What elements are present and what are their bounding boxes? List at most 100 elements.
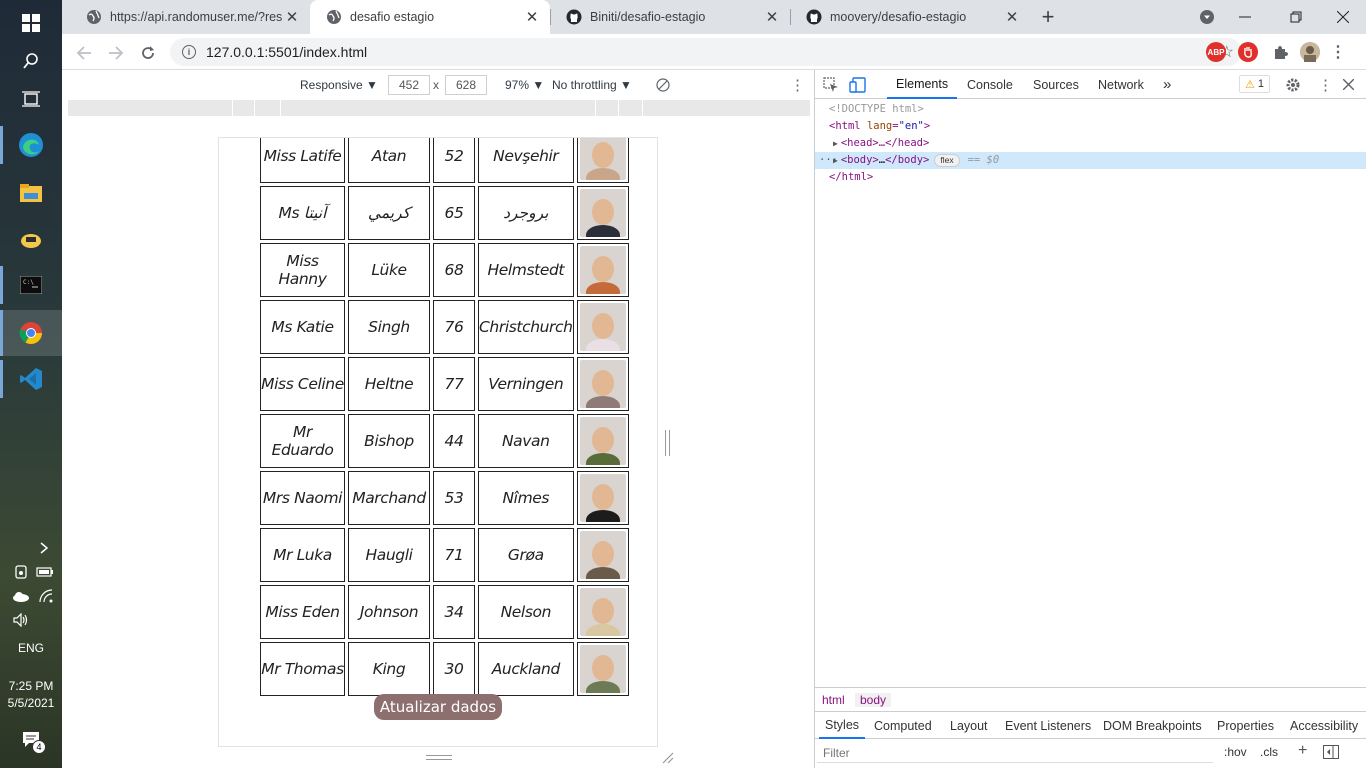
close-tab-icon[interactable]: ✕	[1002, 8, 1022, 26]
ublock-icon[interactable]	[1238, 42, 1258, 62]
photo-cell	[576, 138, 629, 183]
close-tab-icon[interactable]: ✕	[282, 8, 302, 26]
responsive-mode-dropdown[interactable]: Responsive ▼	[300, 70, 378, 100]
dom-node-doctype[interactable]: <!DOCTYPE html>	[815, 101, 1366, 118]
tab-properties[interactable]: Properties	[1217, 712, 1274, 739]
breadcrumb-body[interactable]: body	[855, 693, 892, 707]
tab-moovery-repo[interactable]: moovery/desafio-estagio ✕	[790, 0, 1030, 34]
minimize-icon[interactable]	[1222, 0, 1268, 34]
tab-layout[interactable]: Layout	[950, 712, 988, 739]
close-tab-icon[interactable]: ✕	[762, 8, 782, 26]
close-tab-icon[interactable]: ✕	[522, 8, 542, 26]
volume-icon[interactable]	[12, 612, 30, 628]
tab-accessibility[interactable]: Accessibility	[1290, 712, 1358, 739]
wifi-icon[interactable]	[38, 588, 54, 604]
tab-event-listeners[interactable]: Event Listeners	[1005, 712, 1091, 739]
dom-node-head[interactable]: ▶ <head>…</head>	[815, 135, 1366, 152]
tab-elements[interactable]: Elements	[887, 70, 958, 99]
photo-cell	[576, 471, 629, 525]
device-icon[interactable]	[12, 564, 30, 580]
viewport-height-input[interactable]	[445, 75, 487, 95]
media-query-ruler[interactable]	[68, 100, 810, 116]
onedrive-icon[interactable]	[12, 588, 30, 604]
clock-date[interactable]: 5/5/2021	[0, 696, 62, 710]
name-cell: Ms آنيتا	[260, 186, 345, 240]
chrome-menu-icon[interactable]: ⋮	[1328, 42, 1348, 62]
flex-badge[interactable]: flex	[934, 153, 960, 167]
settings-icon[interactable]	[0, 216, 62, 262]
cls-toggle[interactable]: .cls	[1260, 745, 1278, 759]
adblock-icon[interactable]: ABP	[1206, 42, 1226, 62]
dom-node-html[interactable]: <html lang="en">	[815, 118, 1366, 135]
show-hidden-icons-icon[interactable]	[36, 540, 52, 556]
site-info-icon[interactable]: i	[182, 45, 196, 59]
close-window-icon[interactable]	[1320, 0, 1366, 34]
battery-icon[interactable]	[36, 564, 54, 580]
tab-title: Biniti/desafio-estagio	[590, 10, 706, 24]
breadcrumb-html[interactable]: html	[822, 693, 845, 707]
hov-toggle[interactable]: :hov	[1224, 745, 1247, 759]
address-bar[interactable]: i 127.0.0.1:5501/index.html ☆	[170, 38, 1242, 66]
table-row: Miss Latife Atan 52 Nevşehir	[260, 138, 629, 183]
table-row: Mr Eduardo Bishop 44 Navan	[260, 414, 629, 468]
vscode-icon[interactable]	[0, 356, 62, 402]
new-tab-button[interactable]: +	[1034, 4, 1062, 29]
tab-dom-breakpoints[interactable]: DOM Breakpoints	[1103, 712, 1202, 739]
clock-time[interactable]: 7:25 PM	[0, 679, 62, 693]
age-cell: 77	[433, 357, 475, 411]
tab-desafio-estagio[interactable]: desafio estagio ✕	[310, 0, 550, 34]
reload-icon[interactable]	[134, 39, 162, 67]
tab-computed[interactable]: Computed	[874, 712, 932, 739]
devtools-settings-icon[interactable]	[1285, 70, 1301, 99]
tab-network[interactable]: Network	[1098, 70, 1144, 99]
resize-handle-right[interactable]	[665, 430, 670, 456]
terminal-icon[interactable]: C:\	[0, 262, 62, 308]
tab-biniti-repo[interactable]: Biniti/desafio-estagio ✕	[550, 0, 790, 34]
viewport-width-input[interactable]	[388, 75, 430, 95]
computed-sidebar-toggle-icon[interactable]	[1323, 745, 1339, 762]
tab-styles[interactable]: Styles	[819, 712, 866, 739]
tab-sources[interactable]: Sources	[1033, 70, 1079, 99]
restore-icon[interactable]	[1273, 0, 1319, 34]
file-explorer-icon[interactable]	[0, 170, 62, 216]
extensions-puzzle-icon[interactable]	[1270, 42, 1290, 62]
forward-icon[interactable]	[102, 39, 130, 67]
edge-icon[interactable]	[0, 122, 62, 168]
github-icon	[806, 9, 822, 25]
resize-handle-bottom[interactable]	[426, 755, 452, 760]
language-indicator[interactable]: ENG	[0, 641, 62, 655]
tab-randomuser-api[interactable]: https://api.randomuser.me/?resul ✕	[70, 0, 310, 34]
tab-title: https://api.randomuser.me/?resul	[110, 10, 282, 24]
devtools-menu-icon[interactable]: ⋮	[1318, 70, 1333, 99]
age-cell: 65	[433, 186, 475, 240]
styles-filter-bar: :hov .cls +	[815, 739, 1366, 768]
profile-avatar[interactable]	[1300, 42, 1320, 62]
tab-console[interactable]: Console	[967, 70, 1013, 99]
more-tabs-icon[interactable]: »	[1163, 70, 1171, 99]
surname-cell: Heltne	[348, 357, 430, 411]
device-toolbar-menu-icon[interactable]: ⋮	[790, 70, 805, 100]
name-cell: Miss Hanny	[260, 243, 345, 297]
table-row: Ms Katie Singh 76 Christchurch	[260, 300, 629, 354]
device-toggle-icon[interactable]	[849, 70, 867, 99]
styles-filter-input[interactable]	[817, 743, 1213, 763]
url-text[interactable]: 127.0.0.1:5501/index.html	[206, 44, 367, 60]
resize-handle-corner[interactable]	[662, 752, 674, 764]
dom-node-body[interactable]: ··· ▶ <body>…</body> flex == $0	[815, 152, 1366, 169]
throttling-dropdown[interactable]: No throttling ▼	[552, 70, 632, 100]
inspect-element-icon[interactable]	[823, 70, 839, 99]
close-devtools-icon[interactable]	[1343, 70, 1354, 99]
lang-attr: lang	[866, 120, 893, 132]
zoom-dropdown[interactable]: 97% ▼	[505, 70, 544, 100]
node-actions-icon[interactable]: ···	[819, 152, 838, 169]
back-icon[interactable]	[70, 39, 98, 67]
dom-node-html-close[interactable]: </html>	[815, 169, 1366, 186]
task-view-icon[interactable]	[0, 76, 62, 122]
new-style-rule-icon[interactable]: +	[1298, 742, 1307, 760]
action-center-icon[interactable]: 4	[20, 728, 46, 754]
warnings-counter[interactable]: ⚠ 1	[1239, 75, 1270, 93]
expand-triangle-icon[interactable]: ▶	[833, 139, 838, 148]
refresh-data-button[interactable]: Atualizar dados	[374, 694, 502, 720]
rotate-icon[interactable]	[656, 70, 670, 100]
chrome-icon[interactable]	[0, 310, 62, 356]
